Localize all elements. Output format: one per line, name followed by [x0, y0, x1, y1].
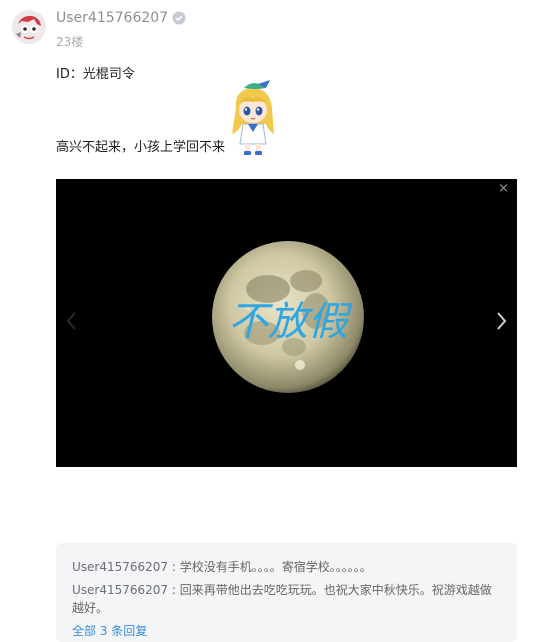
verified-badge-icon	[172, 11, 186, 25]
chevron-left-icon[interactable]	[64, 309, 80, 333]
reply-panel: User415766207 : 学校没有手机。。。。寄宿学校。。。。。。 Use…	[56, 543, 517, 642]
reply-username[interactable]: User415766207	[72, 560, 168, 574]
moon-image: 不放假	[212, 241, 364, 393]
reply-separator: :	[168, 560, 180, 574]
reply-item: User415766207 : 学校没有手机。。。。寄宿学校。。。。。。	[72, 558, 502, 576]
all-replies-link[interactable]: 全部 3 条回复	[72, 622, 147, 639]
image-viewer[interactable]: × 不放假	[56, 179, 517, 467]
anime-girl-sticker	[226, 80, 282, 156]
post-author: User415766207	[56, 10, 186, 26]
post-text-line-1: ID：光棍司令	[56, 67, 135, 82]
avatar[interactable]	[12, 10, 46, 44]
chevron-right-icon[interactable]	[493, 309, 509, 333]
floor-number: 23楼	[56, 35, 84, 49]
reply-separator: :	[168, 583, 180, 597]
post-text-line-2: 高兴不起来，小孩上学回不来	[56, 140, 226, 155]
username-link[interactable]: User415766207	[56, 10, 168, 26]
close-icon[interactable]: ×	[498, 181, 509, 196]
reply-text: 学校没有手机。。。。寄宿学校。。。。。。	[179, 560, 372, 574]
reply-item: User415766207 : 回来再带他出去吃吃玩玩。也祝大家中秋快乐。祝游戏…	[72, 581, 502, 617]
reply-username[interactable]: User415766207	[72, 583, 168, 597]
moon-overlay-text: 不放假	[228, 299, 353, 345]
